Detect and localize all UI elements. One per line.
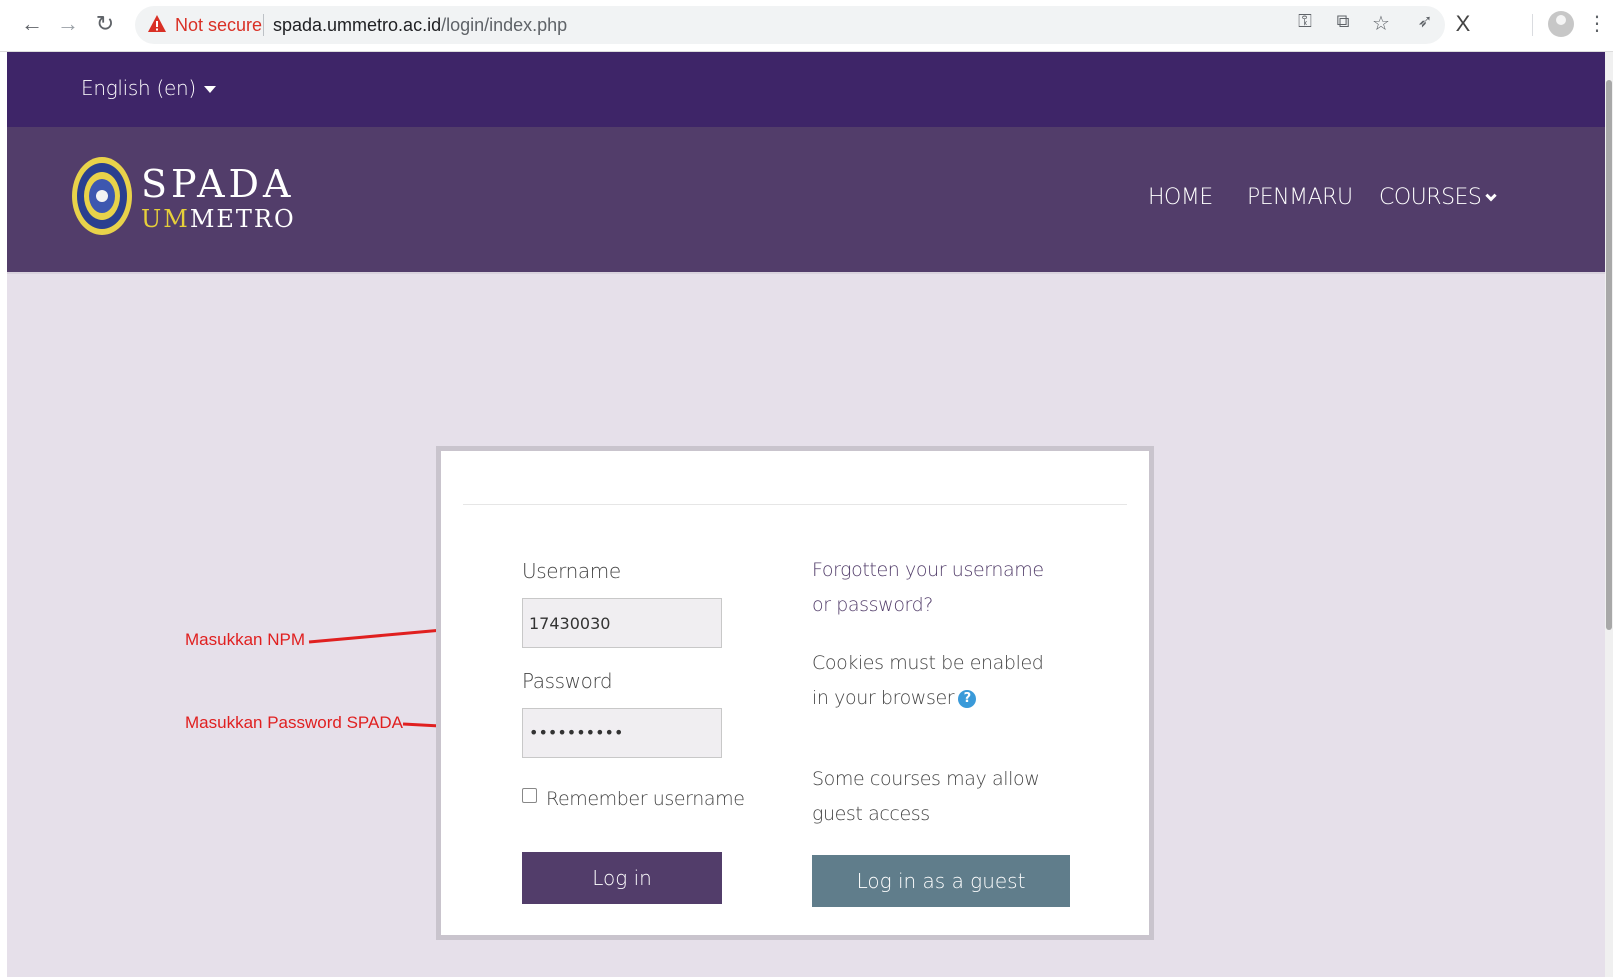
caret-down-icon xyxy=(203,86,216,93)
star-icon[interactable]: ☆ xyxy=(1368,11,1394,36)
omnibox-divider xyxy=(263,14,264,36)
annotation-npm: Masukkan NPM xyxy=(185,630,305,649)
chevron-down-icon xyxy=(1485,190,1498,202)
logo-subtitle: UMMETRO xyxy=(141,207,296,231)
page-viewport: English (en) SPADA UMMETRO HOME PENMARU … xyxy=(7,52,1605,977)
key-icon[interactable]: ⚿ xyxy=(1292,11,1318,32)
username-label: Username xyxy=(522,559,621,583)
nav-courses[interactable]: COURSES xyxy=(1379,185,1498,210)
url-path: /login/index.php xyxy=(441,15,568,35)
url-text[interactable]: spada.ummetro.ac.id/login/index.php xyxy=(273,15,567,36)
reload-icon[interactable]: ↻ xyxy=(91,10,119,38)
logo-sub-prefix: UM xyxy=(141,205,190,233)
url-host: spada.ummetro.ac.id xyxy=(273,15,442,35)
scrollbar-thumb[interactable] xyxy=(1606,80,1612,630)
guest-notice: Some courses may allow guest access xyxy=(812,768,1040,825)
language-selector[interactable]: English (en) xyxy=(81,76,216,100)
extension-icon[interactable]: ➶ xyxy=(1412,11,1438,32)
toolbar-divider xyxy=(1532,14,1533,36)
logo-title: SPADA xyxy=(141,162,295,206)
login-button[interactable]: Log in xyxy=(522,852,722,904)
cookies-text: Cookies must be enabled in your browser xyxy=(812,652,1044,709)
warning-icon xyxy=(148,15,166,32)
profile-icon[interactable] xyxy=(1548,11,1574,37)
top-bar: English (en) xyxy=(7,52,1605,127)
university-seal-icon xyxy=(72,157,132,235)
remember-username-checkbox[interactable] xyxy=(522,788,537,803)
site-logo[interactable]: SPADA UMMETRO xyxy=(71,155,311,245)
address-bar[interactable]: Not secure spada.ummetro.ac.id/login/ind… xyxy=(135,6,1445,44)
security-status[interactable]: Not secure xyxy=(175,15,262,36)
forward-icon[interactable]: → xyxy=(54,10,82,38)
forgot-password-link[interactable]: Forgotten your username or password? xyxy=(812,553,1062,623)
nav-penmaru[interactable]: PENMARU xyxy=(1247,185,1353,210)
guest-login-button[interactable]: Log in as a guest xyxy=(812,855,1070,907)
translate-icon[interactable]: ⧉ xyxy=(1330,11,1356,32)
username-input[interactable] xyxy=(522,598,722,648)
nav-home[interactable]: HOME xyxy=(1148,185,1213,210)
back-icon[interactable]: ← xyxy=(18,10,46,38)
site-header: SPADA UMMETRO HOME PENMARU COURSES xyxy=(7,127,1605,274)
forgot-password-text: Forgotten your username or password? xyxy=(812,559,1044,616)
password-input[interactable]: •••••••••• xyxy=(522,708,722,758)
login-card: Username Password •••••••••• Remember us… xyxy=(436,446,1154,940)
annotation-password: Masukkan Password SPADA xyxy=(185,713,403,732)
help-icon[interactable]: ? xyxy=(958,690,977,708)
browser-toolbar: ← → ↻ Not secure spada.ummetro.ac.id/log… xyxy=(0,0,1613,52)
logo-sub-suffix: METRO xyxy=(189,205,296,233)
nav-courses-label: COURSES xyxy=(1379,185,1482,210)
remember-username-label[interactable]: Remember username xyxy=(546,788,745,810)
x-extension-icon[interactable]: X xyxy=(1450,11,1476,37)
cookies-notice: Cookies must be enabled in your browser? xyxy=(812,646,1062,716)
language-label: English (en) xyxy=(81,76,196,100)
card-divider xyxy=(463,504,1127,505)
menu-icon[interactable]: ⋮ xyxy=(1584,11,1610,36)
page-scrollbar[interactable] xyxy=(1605,52,1613,977)
password-label: Password xyxy=(522,669,613,693)
